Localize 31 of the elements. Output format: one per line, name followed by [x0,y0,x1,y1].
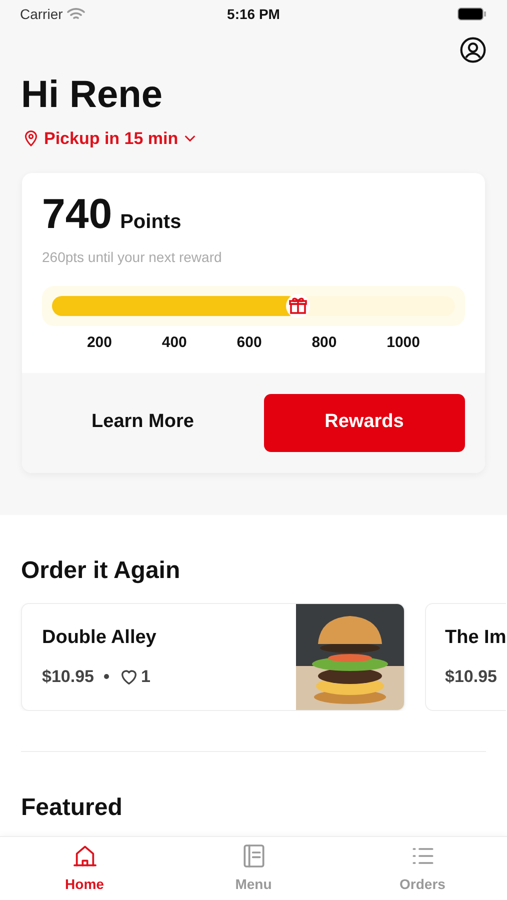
pickup-selector[interactable]: Pickup in 15 min [22,126,198,151]
carrier-label: Carrier [20,4,63,24]
progress-tick-label: 600 [236,333,262,353]
progress-tick-label: 400 [162,333,187,353]
status-time: 5:16 PM [227,4,280,24]
learn-more-button[interactable]: Learn More [42,394,244,452]
product-price: $10.95 [42,666,94,688]
gift-icon [286,294,310,318]
reward-subtitle: 260pts until your next reward [42,248,223,267]
profile-button[interactable] [459,36,487,64]
section-title: Order it Again [20,556,182,586]
like-count: 1 [141,666,150,688]
product-price: $10.95 [445,666,498,688]
wifi-icon [66,7,85,21]
points-value: 740 [42,193,112,235]
progress-tick-label: 200 [86,333,112,353]
battery-icon [456,7,487,21]
rewards-button[interactable]: Rewards [264,394,465,452]
tab-bar-item[interactable]: Home [0,837,169,900]
product-card[interactable]: The Im $10.95 [425,602,506,710]
points-label: Points [120,210,182,235]
progress-tick-label: 800 [312,333,337,353]
tab-bar-item[interactable]: Menu [169,837,338,900]
tab-bar-item[interactable]: Orders [338,837,507,900]
location-pin-icon [22,129,40,148]
product-name: Double Alley [42,626,158,650]
greeting-title: Hi Rene [20,73,164,118]
progress-tick-label: 1000 [386,333,420,353]
product-name: The Im [445,626,506,650]
product-card[interactable]: Double Alley $10.95 1 [21,602,405,710]
section-title: Featured [20,792,124,822]
